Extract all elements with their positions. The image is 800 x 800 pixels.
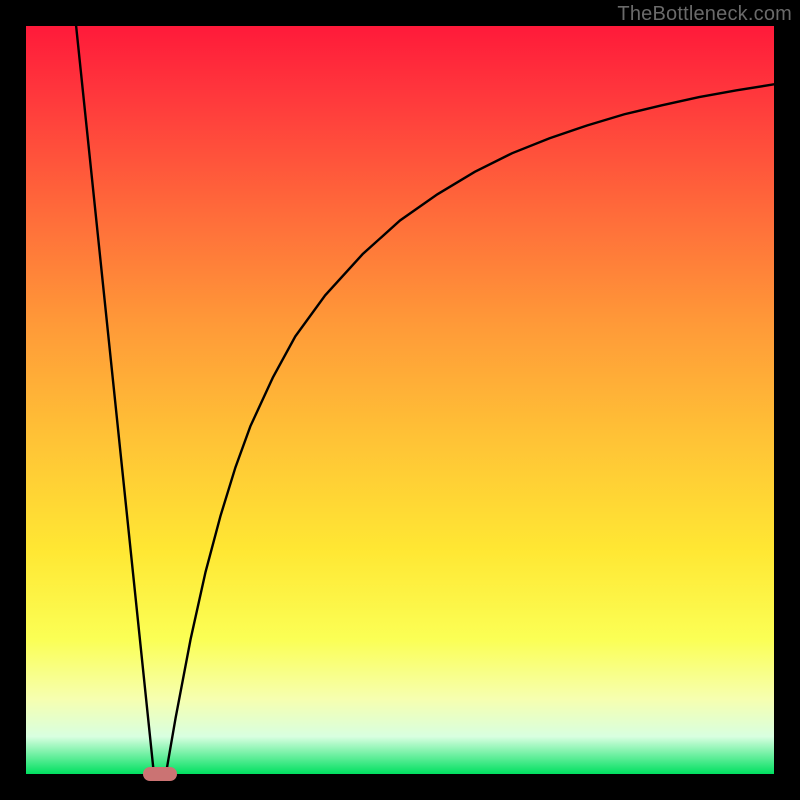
minimum-marker — [143, 767, 177, 781]
gradient-background — [26, 26, 774, 774]
attribution-text: TheBottleneck.com — [617, 3, 792, 26]
chart-frame: TheBottleneck.com — [0, 0, 800, 800]
